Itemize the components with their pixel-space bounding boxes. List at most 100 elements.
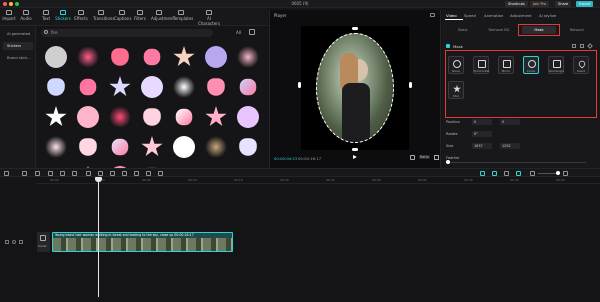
mask-reset-icon[interactable]: [580, 44, 584, 48]
zoom-in-icon[interactable]: [563, 171, 568, 176]
join-pro-button[interactable]: Join Pro: [530, 1, 550, 7]
main-track-magnet-icon[interactable]: [480, 171, 485, 176]
playhead-handle[interactable]: [95, 177, 102, 182]
tool-stickers[interactable]: Stickers: [55, 10, 71, 21]
mask-bottom-handle[interactable]: [352, 148, 358, 151]
size-height-input[interactable]: 1292: [500, 143, 520, 149]
freeze-icon[interactable]: [98, 171, 103, 176]
lock-track-icon[interactable]: [5, 240, 9, 244]
feather-slider[interactable]: [446, 162, 586, 163]
mask-heart[interactable]: Heart: [573, 56, 589, 74]
sticker-item[interactable]: [237, 106, 259, 128]
sticker-item[interactable]: [45, 46, 67, 68]
sticker-item[interactable]: [141, 76, 163, 98]
playhead[interactable]: [98, 177, 99, 297]
video-clip[interactable]: Young blond hair woman walking in forest…: [52, 232, 233, 252]
sticker-item[interactable]: [45, 106, 67, 127]
mirror-icon[interactable]: [122, 171, 127, 176]
position-y-input[interactable]: 0: [500, 119, 520, 125]
sticker-item[interactable]: [143, 48, 161, 66]
filter-all[interactable]: All: [236, 30, 241, 35]
rotate-icon[interactable]: [134, 171, 139, 176]
sticker-item[interactable]: [47, 78, 65, 96]
close-window-icon[interactable]: [3, 2, 7, 6]
mask-circle[interactable]: Circle: [523, 56, 539, 74]
position-x-input[interactable]: 0: [472, 119, 492, 125]
sticker-item[interactable]: [79, 138, 97, 156]
sticker-item[interactable]: [109, 106, 131, 128]
subtab-remove-bg[interactable]: Remove BG: [482, 26, 516, 34]
linkage-icon[interactable]: [504, 171, 509, 176]
sticker-item[interactable]: [77, 106, 99, 128]
filter-icon[interactable]: [249, 29, 255, 35]
size-width-input[interactable]: 1637: [472, 143, 492, 149]
expand-icon[interactable]: [434, 155, 439, 160]
player-menu-icon[interactable]: [430, 13, 435, 17]
tool-effects[interactable]: Effects: [73, 10, 89, 21]
minimize-window-icon[interactable]: [9, 2, 13, 6]
sticker-item[interactable]: [173, 136, 195, 158]
sticker-item[interactable]: [205, 46, 227, 68]
tool-templates[interactable]: Templates: [173, 10, 193, 21]
shortcuts-button[interactable]: Shortcuts: [505, 1, 528, 7]
zoom-slider-handle[interactable]: [556, 171, 560, 175]
subtab-retouch[interactable]: Retouch: [560, 26, 594, 34]
auto-snapping-icon[interactable]: [492, 171, 497, 176]
share-button[interactable]: Share: [555, 1, 572, 7]
sticker-item[interactable]: [175, 108, 193, 126]
rotate-input[interactable]: 0°: [472, 131, 492, 137]
tool-adjustment[interactable]: Adjustment: [151, 10, 174, 21]
sticker-item[interactable]: [77, 46, 99, 68]
tab-video[interactable]: Video: [446, 13, 457, 18]
split-left-icon[interactable]: [60, 171, 65, 176]
crop-icon[interactable]: [146, 171, 151, 176]
zoom-out-icon[interactable]: [530, 171, 535, 176]
mask-top-handle[interactable]: [352, 27, 358, 30]
tab-speed[interactable]: Speed: [464, 13, 476, 18]
keyframe-icon[interactable]: [587, 43, 593, 49]
sticker-item[interactable]: [239, 78, 257, 96]
tab-animation[interactable]: Animation: [484, 13, 503, 18]
mask-rectangle[interactable]: Rectangle: [548, 56, 564, 74]
sticker-item[interactable]: [173, 46, 195, 67]
ratio-button[interactable]: Ratio: [419, 155, 430, 159]
sticker-item[interactable]: [173, 76, 195, 98]
mask-left-handle[interactable]: [298, 82, 301, 88]
tab-adjustment[interactable]: Adjustment: [510, 13, 532, 18]
tool-transitions[interactable]: Transitions: [93, 10, 114, 21]
reverse-icon[interactable]: [110, 171, 115, 176]
split-right-icon[interactable]: [72, 171, 77, 176]
mask-star[interactable]: Star: [448, 81, 464, 99]
mask-none[interactable]: None: [448, 56, 464, 74]
sticker-item[interactable]: [205, 136, 227, 158]
sticker-item[interactable]: [111, 138, 129, 156]
delete-icon[interactable]: [86, 171, 91, 176]
tool-captions[interactable]: Captions: [114, 10, 132, 21]
mask-mirror[interactable]: Mirror: [498, 56, 514, 74]
undo-icon[interactable]: [22, 171, 27, 176]
timeline-ruler[interactable]: 00:0000:0300:0500:1000:1500:2000:2500:30…: [36, 177, 600, 184]
sticker-item[interactable]: [141, 136, 163, 157]
subtab-basic[interactable]: Basic: [446, 26, 480, 34]
select-tool-icon[interactable]: [4, 171, 9, 176]
sidebar-item-stickers[interactable]: Stickers: [3, 42, 33, 50]
tool-ai-characters[interactable]: AI Characters: [197, 10, 221, 26]
sticker-item[interactable]: [239, 138, 257, 156]
redo-icon[interactable]: [35, 171, 40, 176]
mask-horizontal[interactable]: Horizontal: [473, 56, 489, 74]
sticker-item[interactable]: [143, 108, 161, 126]
fullscreen-fit-icon[interactable]: [410, 155, 415, 160]
sticker-item[interactable]: [205, 106, 227, 127]
export-button[interactable]: Export: [576, 1, 594, 7]
sticker-item[interactable]: [45, 136, 67, 158]
maximize-window-icon[interactable]: [15, 2, 19, 6]
tool-audio[interactable]: Audio: [18, 10, 34, 21]
mask-right-handle[interactable]: [409, 82, 412, 88]
mute-track-icon[interactable]: [19, 240, 23, 244]
split-icon[interactable]: [48, 171, 53, 176]
sidebar-item-brand-stickers[interactable]: Brand stick...: [3, 54, 33, 62]
mask-copy-icon[interactable]: [572, 44, 576, 48]
sticker-item[interactable]: [237, 46, 259, 68]
tool-filters[interactable]: Filters: [132, 10, 148, 21]
sticker-item[interactable]: [207, 78, 225, 96]
